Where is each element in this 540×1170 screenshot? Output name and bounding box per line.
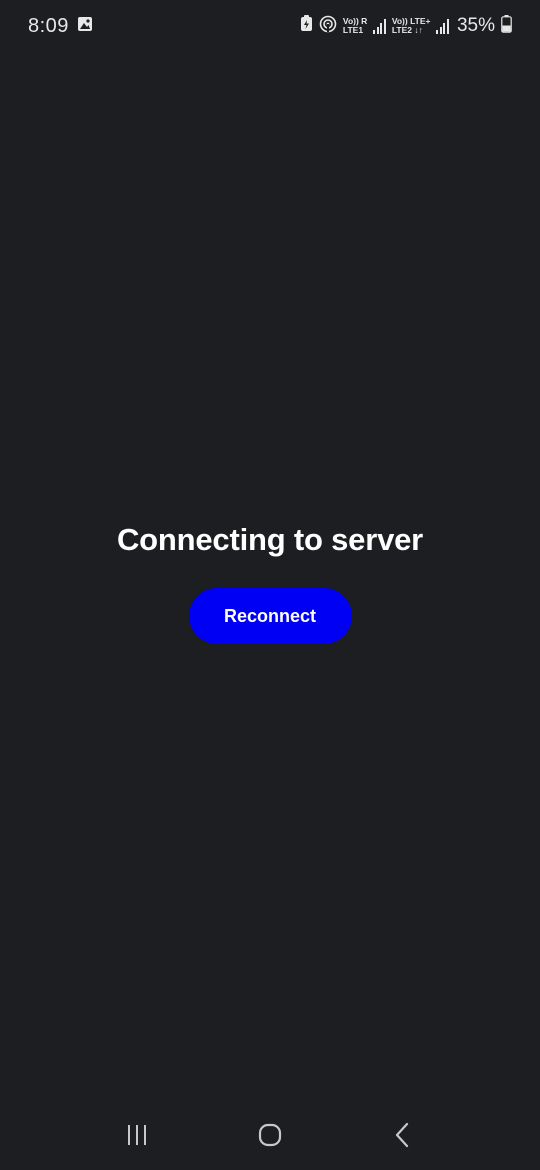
clock: 8:09 [28, 14, 69, 37]
sim2-bottom-label: LTE2 ↓↑ [391, 25, 423, 35]
back-icon [396, 1122, 409, 1148]
gallery-icon [77, 16, 93, 37]
battery-percent: 35% [456, 15, 495, 36]
home-button[interactable] [240, 1110, 300, 1160]
back-button[interactable] [373, 1110, 433, 1160]
hotspot-icon [319, 15, 337, 38]
sim1-bottom-label: LTE1 [342, 25, 364, 35]
connection-status-title: Connecting to server [116, 522, 424, 557]
signal-icon [436, 18, 449, 34]
status-right: Vo)) R LTE1 Vo)) LTE+ LTE2 ↓↑ 35% [300, 14, 512, 38]
signal-icon [373, 18, 386, 34]
sim1-network: Vo)) R LTE1 [343, 17, 367, 35]
status-left: 8:09 [28, 15, 93, 38]
battery-saver-icon [300, 15, 313, 37]
home-icon [258, 1123, 282, 1147]
screen: 8:09 Vo)) R LTE1 Vo)) LTE+ LTE2 ↓↑ 35% C… [0, 0, 540, 1170]
connection-panel: Connecting to server Reconnect [0, 510, 540, 644]
battery-icon [501, 14, 512, 38]
status-bar: 8:09 Vo)) R LTE1 Vo)) LTE+ LTE2 ↓↑ 35% [0, 0, 540, 52]
sim2-network: Vo)) LTE+ LTE2 ↓↑ [392, 17, 431, 35]
reconnect-button[interactable]: Reconnect [188, 588, 352, 644]
recent-apps-icon [127, 1125, 146, 1145]
navigation-bar [0, 1100, 540, 1170]
recent-apps-button[interactable] [107, 1110, 167, 1160]
